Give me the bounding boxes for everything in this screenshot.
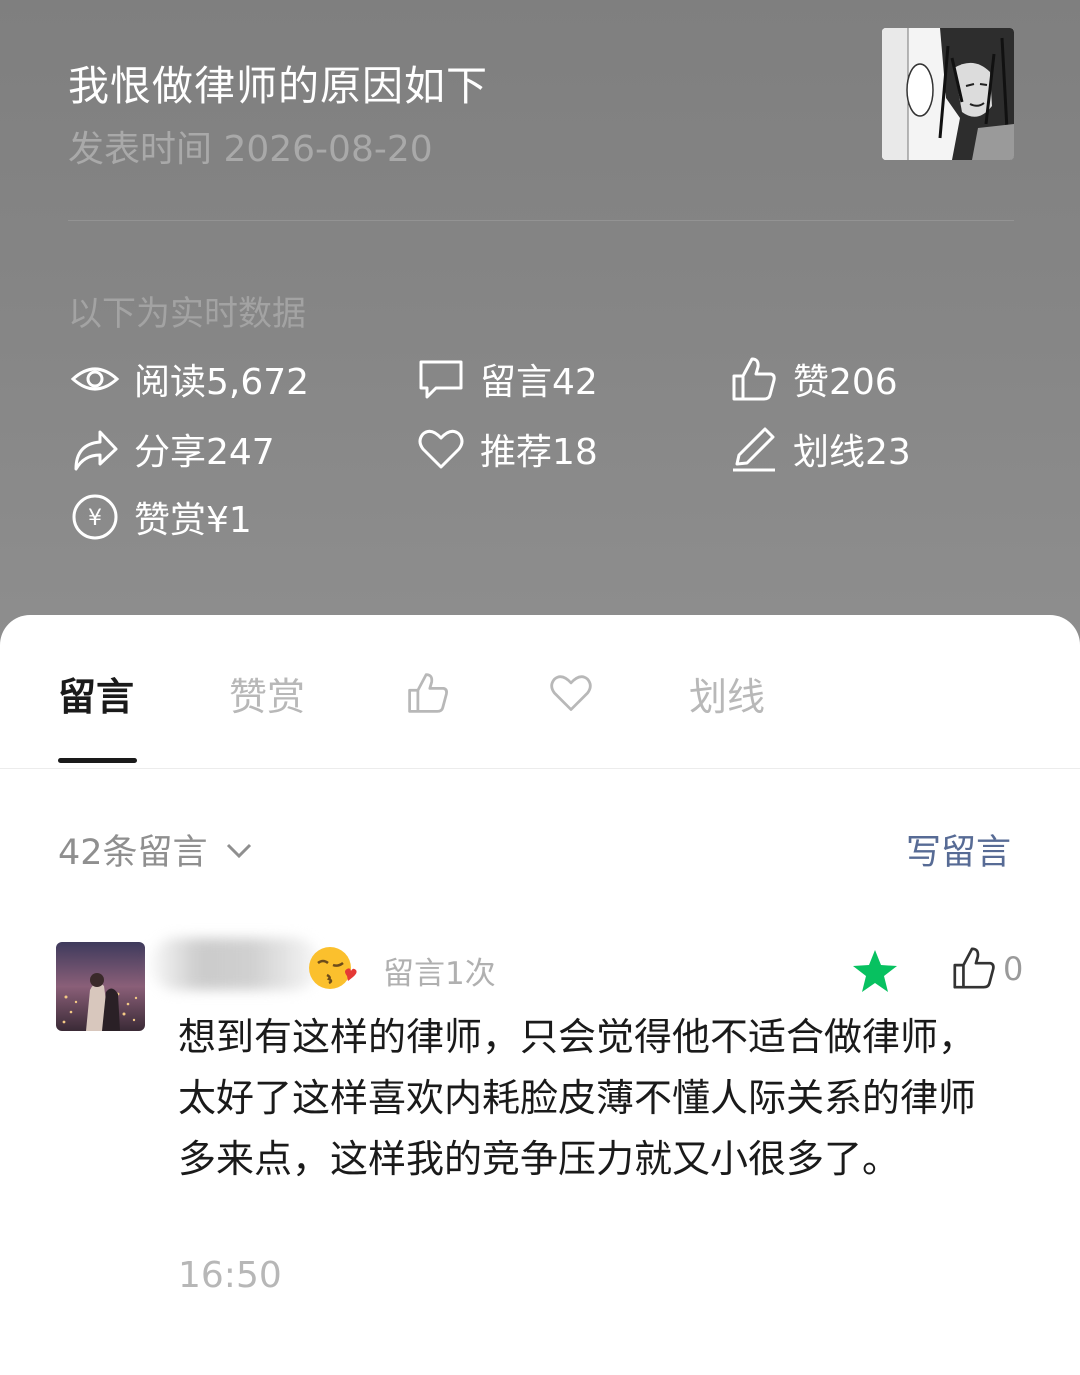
stat-recommends: 推荐18 (416, 424, 598, 474)
comment-like-button[interactable] (950, 944, 998, 992)
star-icon[interactable] (851, 948, 899, 994)
tabs-divider (0, 768, 1080, 769)
write-comment-button[interactable]: 写留言 (906, 824, 1011, 875)
active-tab-indicator (58, 758, 137, 763)
thumbs-up-icon (408, 673, 448, 713)
header-divider (68, 220, 1014, 221)
stat-underlines: 划线23 (729, 424, 911, 474)
stat-shares-value: 分享247 (134, 432, 275, 473)
avatar[interactable] (56, 942, 145, 1031)
comment-count-label: 42条留言 (58, 833, 208, 873)
comment-count-filter[interactable]: 42条留言 (58, 824, 256, 875)
thumbs-up-icon (953, 947, 995, 989)
stat-shares: 分享247 (70, 424, 275, 474)
tab-underlines[interactable]: 划线 (689, 668, 765, 719)
stat-underlines-value: 划线23 (793, 432, 911, 473)
pen-icon (729, 424, 779, 474)
article-thumbnail[interactable] (882, 28, 1014, 160)
yuan-coin-icon: ¥ (70, 492, 120, 542)
realtime-data-label: 以下为实时数据 (68, 294, 306, 334)
article-stats-header: 我恨做律师的原因如下 发表时间 2026-08-20 以下为实时数据 阅读5,6… (0, 0, 1080, 650)
stat-likes: 赞206 (729, 354, 898, 404)
stat-comments: 留言42 (416, 354, 598, 404)
article-title: 我恨做律师的原因如下 (68, 62, 488, 110)
tab-comments[interactable]: 留言 (58, 668, 134, 719)
stat-recommends-value: 推荐18 (480, 432, 598, 473)
tab-likes[interactable] (405, 668, 451, 718)
thumbs-up-icon (729, 354, 779, 404)
stat-reads-value: 阅读5,672 (134, 362, 310, 403)
stat-rewards: ¥ 赞赏¥1 (70, 492, 252, 542)
kissing-face-icon (307, 943, 357, 993)
stat-rewards-value: 赞赏¥1 (134, 500, 252, 541)
comment-bubble-icon (416, 354, 466, 404)
tab-rewards[interactable]: 赞赏 (229, 668, 305, 719)
stat-comments-value: 留言42 (480, 362, 598, 403)
stat-likes-value: 赞206 (793, 362, 898, 403)
share-arrow-icon (70, 424, 120, 474)
chevron-down-icon (226, 843, 251, 858)
comment-text: 想到有这样的律师，只会觉得他不适合做律师，太好了这样喜欢内耗脸皮薄不懂人际关系的… (178, 1015, 977, 1181)
eye-icon (70, 354, 120, 404)
comment-like-count: 0 (1003, 950, 1024, 988)
comment-time: 16:50 (178, 1255, 282, 1296)
publish-time: 发表时间 2026-08-20 (68, 129, 433, 170)
comment-visit-count: 留言1次 (383, 956, 496, 992)
username-blurred (150, 938, 320, 990)
tab-recommends[interactable] (548, 668, 594, 718)
comments-sheet (0, 615, 1080, 1375)
heart-icon (416, 424, 466, 474)
svg-text:¥: ¥ (88, 506, 102, 531)
stat-reads: 阅读5,672 (70, 354, 309, 404)
heart-icon (550, 675, 592, 711)
